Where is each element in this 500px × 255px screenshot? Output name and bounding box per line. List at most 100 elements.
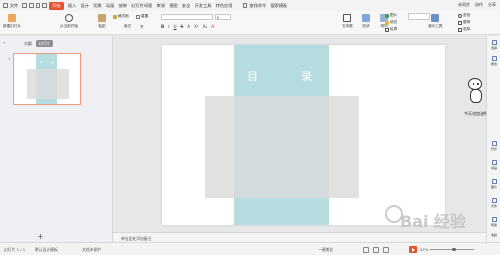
- sorter-view-icon[interactable]: [373, 246, 379, 253]
- fill-button[interactable]: 填充: [385, 20, 397, 25]
- subscript-button[interactable]: X₂: [203, 24, 208, 29]
- tab-review[interactable]: 审阅: [157, 3, 165, 9]
- properties-icon: [491, 56, 497, 61]
- watermark-text: Bai 经验: [400, 212, 467, 231]
- right-tool-collapse[interactable]: 收起: [487, 232, 500, 237]
- pane-tabs: 大纲 幻灯片: [24, 40, 57, 47]
- select-button[interactable]: 选择: [458, 27, 470, 32]
- thumb-title-right: 录: [51, 61, 54, 64]
- title-right-char[interactable]: 录: [301, 68, 312, 84]
- tab-master[interactable]: 幻灯片母版: [131, 3, 152, 9]
- right-tool-shape[interactable]: 形状: [487, 141, 500, 151]
- textbox-button[interactable]: 文本框: [342, 14, 353, 29]
- right-tool-animation[interactable]: 动画: [487, 160, 500, 170]
- tab-view[interactable]: 视图: [169, 3, 177, 9]
- paste-button[interactable]: 粘贴: [98, 14, 106, 29]
- replace-button[interactable]: 替换: [458, 20, 470, 25]
- right-tool-select[interactable]: 选择: [487, 40, 500, 50]
- shape-tool-icon: [491, 141, 497, 146]
- tab-slideshow[interactable]: 放映: [119, 3, 127, 9]
- outline-icon: [385, 27, 389, 32]
- outline-button[interactable]: 轮廓: [385, 27, 397, 32]
- tab-transition[interactable]: 切换: [93, 3, 101, 9]
- right-tool-help[interactable]: 帮助: [487, 217, 500, 227]
- slide-thumbnail-pane: « 大纲 幻灯片 1 目 录 +: [0, 36, 113, 242]
- menu-icon[interactable]: [3, 3, 8, 8]
- redo-icon[interactable]: [42, 3, 47, 8]
- slide[interactable]: 目 录: [162, 45, 445, 225]
- undo-icon[interactable]: [35, 3, 41, 8]
- image-icon: [385, 13, 389, 18]
- right-sidebar: 选择 属性 形状 动画 图片 文件 帮助 收起: [486, 36, 500, 242]
- search-template-label[interactable]: 搜索模板: [270, 3, 287, 9]
- from-current-button[interactable]: 从当前开始: [60, 14, 78, 29]
- tab-features[interactable]: 特色应用: [216, 3, 233, 9]
- find-button[interactable]: 查找: [458, 13, 470, 18]
- italic-button[interactable]: I: [168, 24, 169, 29]
- highlight-button[interactable]: A: [211, 24, 214, 29]
- collab-button[interactable]: 协作: [475, 2, 483, 8]
- superscript-button[interactable]: X²: [194, 24, 199, 29]
- share-button[interactable]: 分享: [488, 2, 496, 8]
- reading-view-icon[interactable]: [383, 246, 389, 253]
- theme-name[interactable]: 默认设计模板: [35, 247, 58, 253]
- file-icon: [491, 198, 497, 203]
- format-painter-button[interactable]: 格式刷: [113, 14, 129, 19]
- image-button[interactable]: 图片: [385, 13, 397, 18]
- play-icon: [64, 14, 73, 22]
- style-gallery[interactable]: [408, 13, 430, 20]
- section-button[interactable]: 节: [140, 25, 144, 30]
- shape-icon: [362, 14, 370, 22]
- mascot-caption: 今天也加油鸭: [464, 111, 488, 116]
- menu-file[interactable]: 文件: [10, 3, 18, 9]
- tab-insert[interactable]: 插入: [68, 3, 76, 9]
- tab-slides[interactable]: 幻灯片: [35, 40, 53, 47]
- save-icon[interactable]: [22, 3, 27, 8]
- zoom-slider-knob[interactable]: [452, 247, 456, 251]
- bold-button[interactable]: B: [161, 24, 164, 29]
- find-icon: [458, 13, 462, 18]
- zoom-level[interactable]: 47%: [420, 247, 428, 252]
- slide-number: 1: [8, 56, 11, 61]
- font-name-select[interactable]: [161, 14, 213, 20]
- notes-area[interactable]: 单击此处添加备注: [113, 232, 486, 242]
- strikethrough-button[interactable]: S: [181, 24, 184, 29]
- slide-show-tool-button[interactable]: 演示工具: [428, 14, 442, 29]
- title-left-char[interactable]: 目: [247, 68, 258, 84]
- new-slide-button[interactable]: 新建幻灯片: [3, 14, 21, 29]
- reset-button[interactable]: 重置: [136, 14, 148, 19]
- add-slide-button[interactable]: +: [37, 232, 44, 241]
- tab-developer[interactable]: 开发工具: [195, 3, 212, 9]
- tab-home[interactable]: 开始: [49, 1, 64, 10]
- command-search[interactable]: 查找命令 搜索模板: [242, 3, 292, 9]
- search-icon: [242, 3, 248, 8]
- font-size-select[interactable]: 0: [215, 14, 231, 20]
- font-color-button[interactable]: A: [187, 24, 190, 29]
- reset-icon: [136, 14, 140, 19]
- pane-collapse-icon[interactable]: «: [3, 40, 5, 45]
- duck-mascot-icon: [466, 78, 484, 106]
- normal-view-icon[interactable]: [363, 246, 369, 253]
- format-buttons: B I U S A X² X₂ A: [161, 24, 218, 29]
- right-tool-image[interactable]: 图片: [487, 179, 500, 189]
- thumb-overlap: [36, 69, 57, 99]
- slide-thumbnail[interactable]: 目 录: [13, 53, 81, 105]
- doc-protect-status[interactable]: 文档未保护: [82, 247, 101, 253]
- layout-button[interactable]: 版式: [124, 22, 131, 29]
- tab-design[interactable]: 设计: [81, 3, 89, 9]
- smart-beautify-button[interactable]: 一键美化: [318, 247, 333, 253]
- right-tool-file[interactable]: 文件: [487, 198, 500, 208]
- slide-info: 幻灯片 1 / 1: [4, 247, 26, 252]
- textbox-icon: [343, 14, 352, 22]
- tab-animation[interactable]: 动画: [106, 3, 114, 9]
- right-tool-properties[interactable]: 属性: [487, 56, 500, 66]
- play-slideshow-button[interactable]: [409, 246, 417, 253]
- shape-button[interactable]: 形状: [362, 14, 370, 29]
- tab-outline[interactable]: 大纲: [24, 41, 32, 47]
- presenter-icon: [431, 14, 440, 22]
- select-icon: [458, 27, 462, 32]
- underline-button[interactable]: U: [173, 24, 176, 29]
- tab-security[interactable]: 安全: [182, 3, 190, 9]
- unsynced-status[interactable]: 未同步: [458, 2, 470, 8]
- print-icon[interactable]: [29, 3, 34, 8]
